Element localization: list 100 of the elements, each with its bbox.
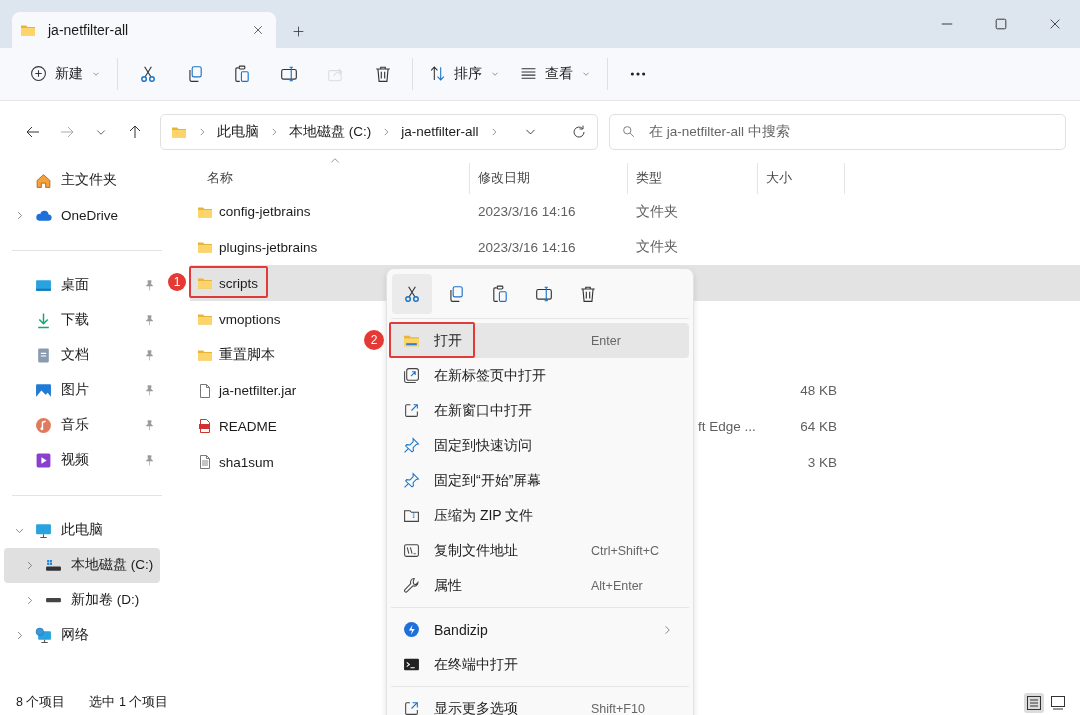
up-arrow-icon[interactable] (127, 123, 143, 140)
shortcut-hint: Alt+Enter (591, 578, 644, 593)
wrench-icon (403, 577, 420, 594)
details-view-icon[interactable] (1026, 694, 1042, 711)
sidebar-item[interactable]: 音乐 (4, 407, 160, 443)
expand-icon (403, 700, 420, 715)
sidebar-item[interactable]: 文档 (4, 337, 160, 373)
shortcut-hint: Enter (591, 333, 622, 348)
sidebar-item[interactable]: 新加卷 (D:) (4, 582, 160, 618)
sidebar-item[interactable]: 网络 (4, 617, 160, 653)
type-cell: 文件夹 (636, 239, 678, 255)
type-cell: 文件夹 (636, 203, 678, 219)
trash-icon[interactable] (579, 284, 597, 303)
download-icon (35, 311, 52, 329)
breadcrumb[interactable]: ja-netfilter-all (401, 124, 479, 140)
sidebar-item[interactable]: 下载 (4, 302, 160, 338)
step-badge: 1 (168, 273, 186, 292)
sidebar-item[interactable]: 桌面 (4, 267, 160, 303)
shortcut-hint: Ctrl+Shift+C (591, 543, 661, 558)
new-tab-icon (403, 367, 420, 384)
menu-item[interactable]: 在终端中打开 (391, 647, 689, 682)
size-cell: 3 KB (807, 454, 837, 470)
step-badge: 2 (364, 330, 384, 350)
picture-icon (35, 381, 52, 399)
breadcrumb[interactable]: 此电脑 (217, 122, 259, 141)
sort-button[interactable]: 排序 (421, 57, 508, 90)
column-header[interactable]: 修改日期 (478, 169, 530, 188)
search-icon (622, 125, 635, 139)
menu-item[interactable]: 属性 Alt+Enter (391, 568, 689, 603)
selection-count: 选中 1 个项目 (89, 694, 169, 711)
path-icon (403, 542, 420, 559)
sidebar-item[interactable]: 视频 (4, 442, 160, 478)
terminal-icon (403, 656, 420, 673)
clipboard-icon[interactable] (232, 64, 251, 83)
text-file-icon (197, 454, 213, 471)
sidebar-item[interactable]: 此电脑 (4, 512, 160, 548)
rename-icon[interactable] (535, 284, 553, 303)
pdf-file-icon (197, 418, 213, 435)
sidebar-item[interactable]: 图片 (4, 372, 160, 408)
file-name: plugins-jetbrains (219, 239, 318, 255)
search-input[interactable]: 在 ja-netfilter-all 中搜索 (647, 123, 1053, 141)
monitor-icon (35, 521, 52, 539)
chevron-right-icon (197, 126, 207, 137)
type-cell: ft Edge ... (698, 418, 756, 434)
network-icon (35, 626, 52, 644)
sidebar-item[interactable]: 主文件夹 (4, 162, 160, 198)
sidebar-item[interactable]: OneDrive (4, 197, 160, 233)
item-count: 8 个项目 (16, 694, 66, 711)
file-name: vmoptions (219, 311, 281, 327)
document-icon (35, 346, 52, 364)
file-icon (197, 382, 213, 399)
column-header[interactable]: 大小 (766, 169, 792, 188)
tab[interactable]: ja-netfilter-all (12, 11, 276, 48)
menu-item[interactable]: Bandizip (391, 612, 689, 647)
column-header[interactable]: 名称 (207, 169, 233, 188)
scissors-icon[interactable] (403, 284, 421, 303)
size-cell: 48 KB (800, 383, 837, 399)
maximize-icon[interactable] (994, 16, 1008, 31)
file-name: config-jetbrains (219, 204, 311, 220)
view-button[interactable]: 查看 (512, 57, 599, 90)
file-name: 重置脚本 (219, 345, 275, 364)
new-button[interactable]: 新建 (22, 57, 109, 90)
rename-icon[interactable] (279, 64, 298, 83)
copy-icon[interactable] (447, 284, 465, 303)
external-window-icon (403, 402, 420, 419)
drive-icon (45, 558, 62, 572)
file-name: scripts (219, 275, 258, 291)
zip-folder-icon (403, 507, 420, 524)
house-icon (35, 171, 52, 189)
pin-icon (403, 437, 420, 454)
pin-icon (403, 472, 420, 489)
search-box[interactable]: 在 ja-netfilter-all 中搜索 (609, 113, 1066, 150)
chevron-right-icon (269, 126, 279, 137)
refresh-icon[interactable] (571, 123, 587, 140)
breadcrumb[interactable]: 本地磁盘 (C:) (289, 122, 372, 141)
menu-item[interactable]: 显示更多选项 Shift+F10 (391, 691, 689, 715)
close-icon[interactable] (252, 23, 264, 36)
music-note-icon (35, 416, 52, 434)
column-header[interactable]: 类型 (636, 169, 662, 188)
file-name: README (219, 418, 277, 434)
plus-circle-icon (30, 65, 47, 83)
menu-item[interactable]: 在新窗口中打开 (391, 393, 689, 428)
bandizip-icon (403, 621, 420, 638)
shortcut-hint: Shift+F10 (591, 701, 646, 715)
menu-item[interactable]: 在新标签页中打开 (391, 358, 689, 393)
scissors-icon[interactable] (138, 64, 157, 83)
file-name: sha1sum (219, 454, 274, 470)
new-tab-icon[interactable] (292, 24, 305, 38)
menu-item[interactable]: 复制文件地址 Ctrl+Shift+C (391, 533, 689, 568)
sort-icon (429, 65, 446, 83)
menu-item[interactable]: 压缩为 ZIP 文件 (391, 498, 689, 533)
menu-item[interactable]: 固定到“开始”屏幕 (391, 463, 689, 498)
tiles-view-icon[interactable] (1050, 694, 1066, 711)
menu-item[interactable]: 固定到快速访问 (391, 428, 689, 463)
drive-icon (45, 597, 62, 604)
trash-icon[interactable] (373, 64, 392, 83)
clipboard-icon[interactable] (491, 284, 509, 303)
date-cell: 2023/3/16 14:16 (478, 239, 576, 255)
sidebar-item[interactable]: 本地磁盘 (C:) (4, 547, 160, 583)
size-cell: 64 KB (800, 418, 837, 434)
